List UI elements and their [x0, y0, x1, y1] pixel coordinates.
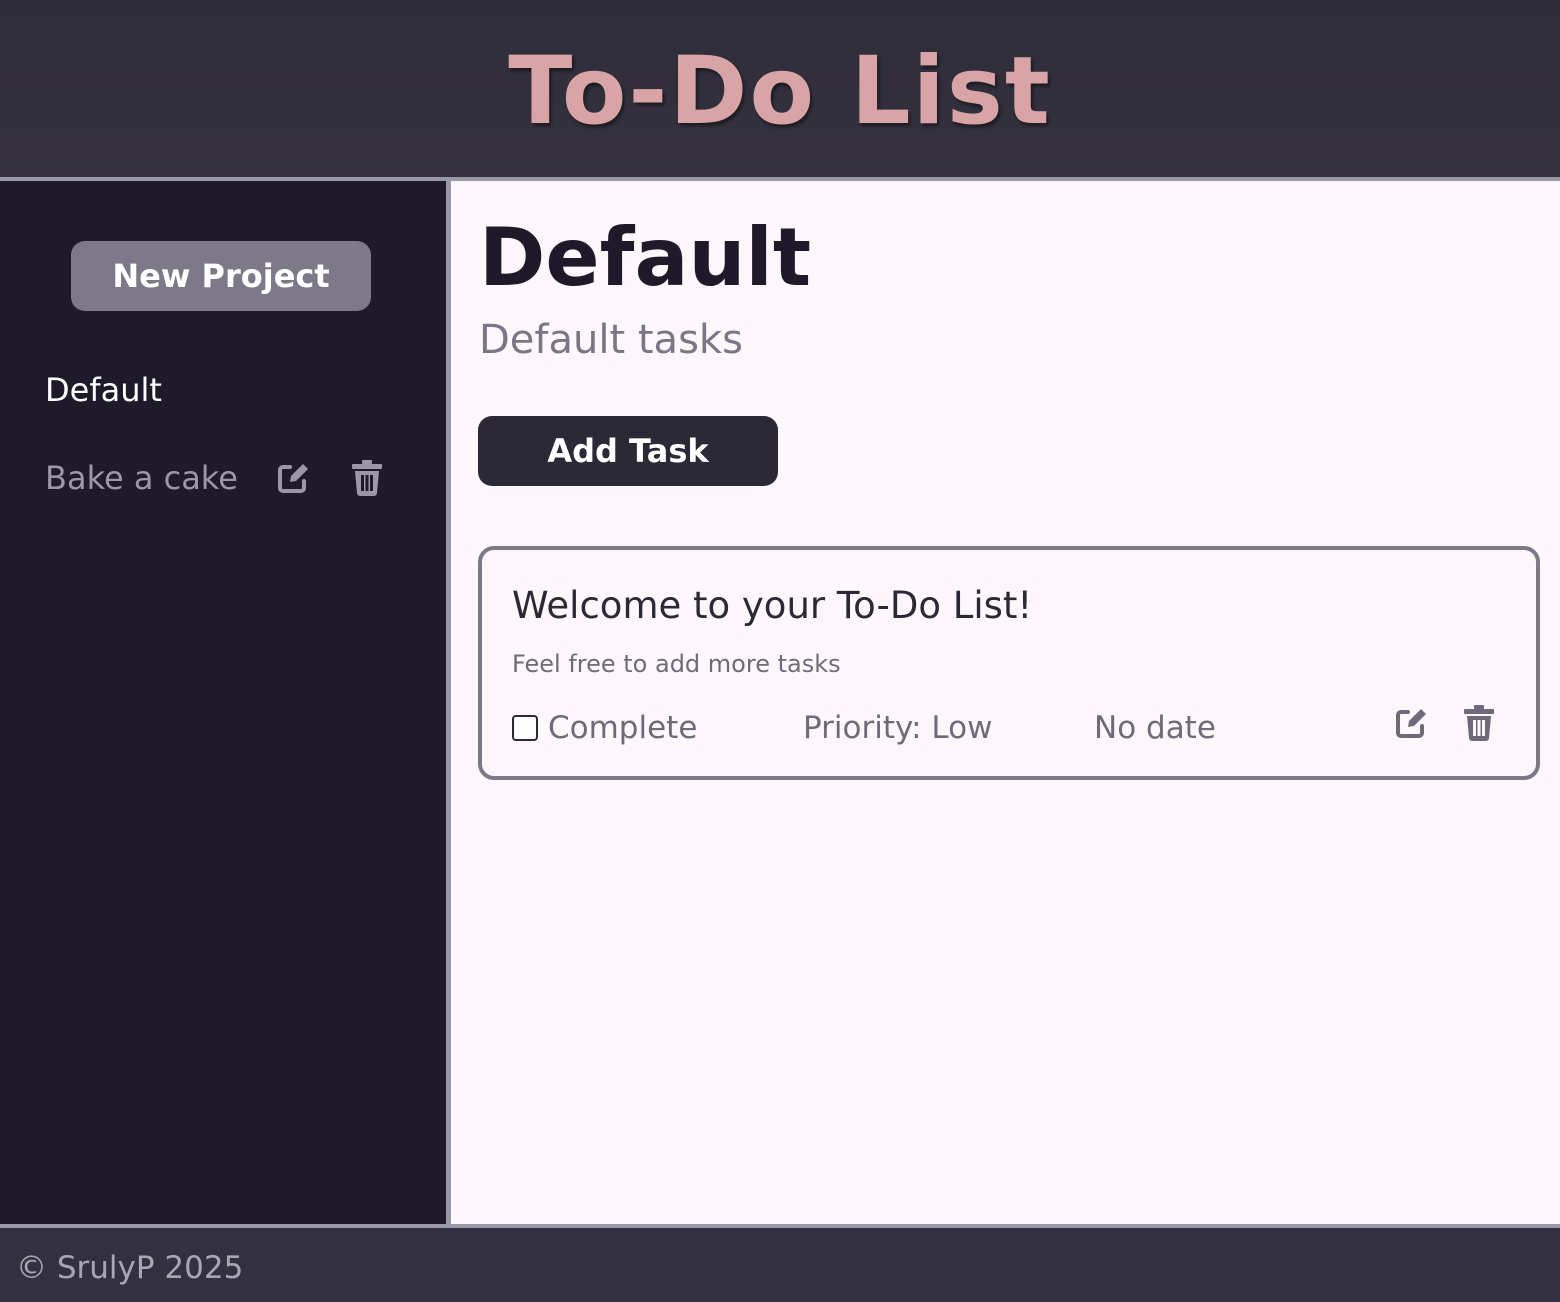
- task-due-date: No date: [1094, 710, 1216, 746]
- task-card: Welcome to your To-Do List! Feel free to…: [478, 546, 1540, 780]
- sidebar-item-label[interactable]: Default: [45, 371, 162, 409]
- footer: © SrulyP 2025: [0, 1228, 1560, 1302]
- app-header: To-Do List: [0, 0, 1560, 178]
- complete-toggle[interactable]: Complete: [512, 710, 697, 746]
- edit-icon[interactable]: [1394, 706, 1428, 740]
- sidebar-item-label[interactable]: Bake a cake: [45, 459, 238, 497]
- app-title: To-Do List: [508, 36, 1052, 146]
- task-title: Welcome to your To-Do List!: [512, 584, 1033, 627]
- complete-label: Complete: [548, 710, 698, 746]
- sidebar: New Project Default Bake a cake: [0, 181, 446, 1224]
- add-task-button[interactable]: Add Task: [478, 416, 778, 486]
- task-priority: Priority: Low: [803, 710, 993, 746]
- sidebar-item-default[interactable]: Default: [45, 371, 162, 409]
- complete-checkbox[interactable]: [512, 715, 538, 741]
- new-project-button[interactable]: New Project: [71, 241, 371, 311]
- task-description: Feel free to add more tasks: [512, 650, 841, 678]
- sidebar-item-bake-a-cake[interactable]: Bake a cake: [45, 459, 382, 497]
- trash-icon[interactable]: [351, 460, 382, 496]
- project-title: Default: [479, 211, 812, 304]
- copyright-text: © SrulyP 2025: [16, 1250, 244, 1286]
- edit-icon[interactable]: [276, 461, 310, 495]
- project-description: Default tasks: [479, 317, 743, 363]
- trash-icon[interactable]: [1464, 705, 1494, 741]
- main-content: Default Default tasks Add Task Welcome t…: [451, 181, 1560, 1224]
